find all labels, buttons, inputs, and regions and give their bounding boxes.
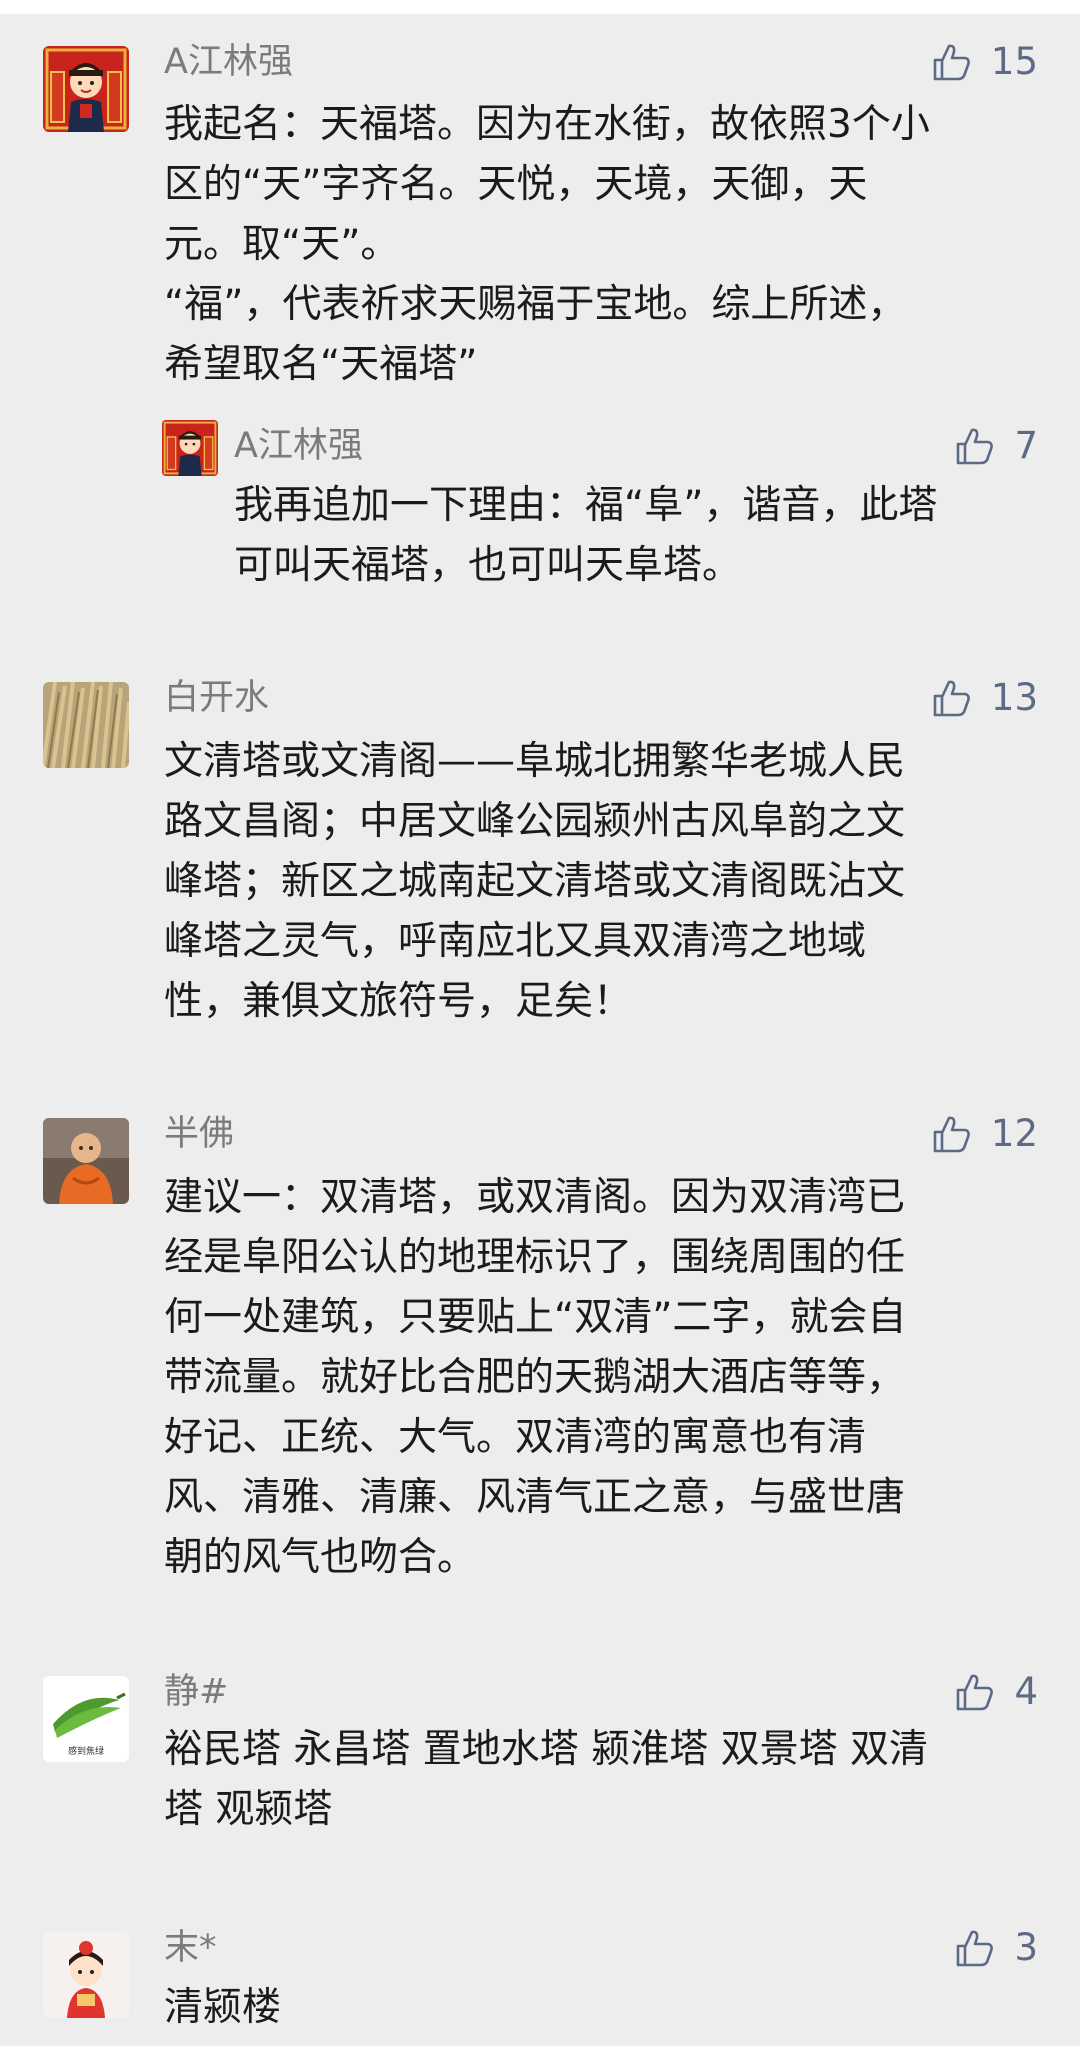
avatar[interactable] <box>162 420 218 476</box>
comment-author[interactable]: 半佛 <box>164 1112 234 1156</box>
like-button[interactable]: 3 <box>954 1926 1038 1970</box>
comment-text: 清颍楼 <box>164 1985 282 2030</box>
thumbs-up-icon <box>931 1113 973 1155</box>
like-count: 3 <box>1014 1926 1038 1969</box>
like-count: 7 <box>1014 424 1038 467</box>
like-button[interactable]: 4 <box>954 1670 1038 1714</box>
comment-text: 我起名：天福塔。因为在水街，故依照3个小 区的“天”字齐名。天悦，天境，天御，天… <box>164 102 930 387</box>
thumbs-up-icon <box>931 677 973 719</box>
comment-author[interactable]: A江林强 <box>164 40 293 84</box>
avatar[interactable]: 感到焦绿 <box>43 1676 129 1762</box>
comment-author[interactable]: 静# <box>164 1670 228 1714</box>
comment-text: 裕民塔 永昌塔 置地水塔 颍淮塔 双景塔 双清 塔 观颍塔 <box>164 1727 928 1832</box>
thumbs-up-icon <box>954 425 996 467</box>
avatar[interactable] <box>43 1118 129 1204</box>
like-button[interactable]: 12 <box>931 1112 1038 1156</box>
like-count: 4 <box>1014 1670 1038 1713</box>
comment-author[interactable]: 白开水 <box>164 676 269 720</box>
like-button[interactable]: 7 <box>954 424 1038 468</box>
avatar-caption: 感到焦绿 <box>68 1745 104 1757</box>
comment-text: 建议一：双清塔，或双清阁。因为双清湾已 经是阜阳公认的地理标识了，围绕周围的任 … <box>164 1175 907 1580</box>
reply-author[interactable]: A江林强 <box>234 424 363 468</box>
avatar[interactable] <box>43 682 129 768</box>
like-count: 12 <box>990 1112 1038 1155</box>
comment-text: 文清塔或文清阁——阜城北拥繁华老城人民 路文昌阁；中居文峰公园颍州古风阜韵之文 … <box>164 739 906 1024</box>
top-edge <box>0 0 1080 14</box>
like-count: 15 <box>990 40 1038 83</box>
comment-author[interactable]: 末* <box>164 1926 217 1970</box>
like-button[interactable]: 15 <box>931 40 1038 84</box>
thumbs-up-icon <box>931 41 973 83</box>
like-count: 13 <box>990 676 1038 719</box>
thumbs-up-icon <box>954 1927 996 1969</box>
reply-text: 我再追加一下理由：福“阜”，谐音，此塔 可叫天福塔，也可叫天阜塔。 <box>234 483 938 588</box>
avatar[interactable] <box>43 1932 129 2018</box>
avatar[interactable] <box>43 46 129 132</box>
thumbs-up-icon <box>954 1671 996 1713</box>
like-button[interactable]: 13 <box>931 676 1038 720</box>
